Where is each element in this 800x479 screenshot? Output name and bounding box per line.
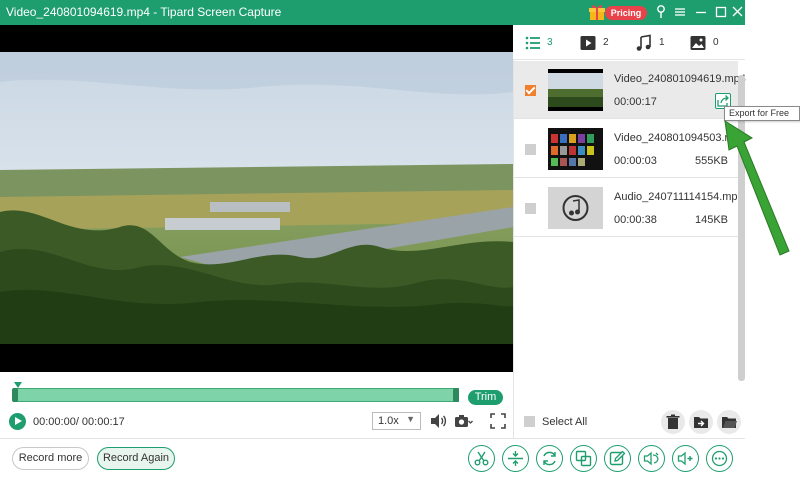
video-thumbnail [548, 69, 603, 111]
speed-value: 1.0x [378, 415, 399, 427]
gift-icon[interactable] [587, 2, 607, 22]
merge-tool-button[interactable] [570, 445, 597, 472]
tab-audio[interactable]: 1 [635, 34, 670, 52]
audio-convert-tool-button[interactable] [638, 445, 665, 472]
playback-time: 00:00:00/ 00:00:17 [33, 416, 125, 428]
list-item[interactable]: Video_240801094503.mp4 00:00:03 555KB [514, 120, 746, 178]
folder-export-icon [694, 417, 708, 428]
volume-icon[interactable] [428, 411, 448, 431]
chevron-down-icon: ▼ [406, 414, 415, 424]
list-icon [525, 36, 540, 50]
trim-button[interactable]: Trim [468, 390, 503, 405]
list-item[interactable]: Audio_240711114154.mp3 00:00:38 145KB [514, 179, 744, 237]
file-duration: 00:00:17 [614, 96, 657, 108]
key-icon[interactable] [652, 3, 670, 21]
item-checkbox[interactable] [525, 203, 536, 214]
select-all-label[interactable]: Select All [542, 416, 587, 428]
speaker-plus-icon [677, 451, 693, 466]
file-duration: 00:00:38 [614, 214, 657, 226]
tab-video[interactable]: 2 [579, 34, 614, 52]
menu-icon[interactable] [671, 3, 689, 21]
arrow-annotation [724, 120, 790, 256]
scissors-icon [474, 451, 489, 466]
video-preview[interactable] [0, 25, 513, 372]
merge-icon [575, 450, 592, 467]
speed-select[interactable]: 1.0x ▼ [372, 412, 421, 430]
compress-tool-button[interactable] [502, 445, 529, 472]
pricing-button[interactable]: Pricing [605, 6, 647, 20]
music-icon [636, 34, 651, 51]
tab-images[interactable]: 0 [689, 34, 724, 52]
media-filter-tabs: 3 2 1 0 [513, 25, 745, 60]
record-more-button[interactable]: Record more [12, 447, 89, 470]
minimize-icon[interactable] [692, 3, 710, 21]
video-frame [0, 52, 513, 344]
refresh-icon [543, 451, 556, 466]
record-again-button[interactable]: Record Again [97, 447, 175, 470]
video-thumbnail [548, 128, 603, 170]
delete-button[interactable] [661, 410, 685, 434]
cut-tool-button[interactable] [468, 445, 495, 472]
volume-boost-tool-button[interactable] [672, 445, 699, 472]
convert-tool-button[interactable] [536, 445, 563, 472]
trash-icon [666, 414, 680, 429]
item-checkbox[interactable] [525, 85, 536, 96]
trim-range[interactable] [13, 388, 459, 402]
edit-icon [609, 450, 626, 466]
tab-all[interactable]: 3 [524, 34, 559, 52]
fullscreen-icon[interactable] [488, 411, 508, 431]
trim-start-handle[interactable] [12, 388, 18, 402]
more-tools-button[interactable] [706, 445, 733, 472]
close-icon[interactable] [729, 3, 747, 21]
tab-count: 3 [547, 37, 553, 48]
file-duration: 00:00:03 [614, 155, 657, 167]
video-icon [580, 36, 596, 50]
maximize-icon[interactable] [712, 3, 730, 21]
file-name: Video_240801094619.mp4 [614, 73, 746, 85]
title-bar: Video_240801094619.mp4 - Tipard Screen C… [0, 0, 745, 25]
more-icon [711, 450, 728, 467]
item-checkbox[interactable] [525, 144, 536, 155]
speaker-refresh-icon [643, 451, 659, 466]
export-folder-button[interactable] [689, 410, 713, 434]
folder-icon [722, 417, 737, 428]
tab-count: 1 [659, 37, 665, 48]
list-item[interactable]: Video_240801094619.mp4 00:00:17 [514, 61, 746, 119]
audio-thumbnail [548, 187, 603, 229]
playhead-marker[interactable] [14, 382, 22, 388]
snapshot-icon[interactable] [453, 411, 473, 431]
play-button[interactable] [9, 413, 26, 430]
image-icon [690, 36, 706, 50]
edit-tool-button[interactable] [604, 445, 631, 472]
select-all-checkbox[interactable] [524, 416, 535, 427]
window-title: Video_240801094619.mp4 - Tipard Screen C… [6, 5, 282, 19]
trim-end-handle[interactable] [453, 388, 459, 402]
compress-icon [508, 451, 523, 466]
tab-count: 2 [603, 37, 609, 48]
open-folder-button[interactable] [717, 410, 741, 434]
tab-count: 0 [713, 37, 719, 48]
